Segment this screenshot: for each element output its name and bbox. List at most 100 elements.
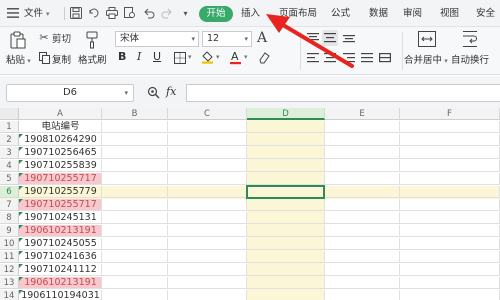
- underline-icon[interactable]: U: [153, 49, 161, 65]
- increase-font-icon[interactable]: A: [255, 30, 269, 46]
- cell-c12[interactable]: [168, 264, 247, 276]
- cell-a14[interactable]: 1906110194031: [19, 290, 102, 300]
- font-color-icon[interactable]: A: [228, 49, 242, 65]
- cell-c3[interactable]: [168, 147, 247, 159]
- cell-b12[interactable]: [102, 264, 168, 276]
- cell-e6[interactable]: [325, 186, 400, 198]
- tab-insert[interactable]: 插入: [241, 6, 260, 22]
- cell-a4[interactable]: 190710255839: [19, 160, 102, 172]
- cell-e13[interactable]: [325, 277, 400, 289]
- cell-d5[interactable]: [247, 173, 325, 185]
- row-header[interactable]: 12: [0, 264, 19, 276]
- print-icon[interactable]: [104, 5, 119, 21]
- fx-icon[interactable]: fx: [166, 85, 176, 98]
- cell-c5[interactable]: [168, 173, 247, 185]
- cell-f3[interactable]: [400, 147, 500, 159]
- cell-b5[interactable]: [102, 173, 168, 185]
- borders-icon[interactable]: [173, 51, 186, 64]
- column-header-c[interactable]: C: [168, 108, 247, 120]
- undo-icon[interactable]: [141, 5, 156, 21]
- row-header[interactable]: 2: [0, 134, 19, 146]
- cell-f7[interactable]: [400, 199, 500, 211]
- cell-e11[interactable]: [325, 251, 400, 263]
- fill-color-dropdown-icon[interactable]: ▾: [216, 53, 220, 61]
- cell-d11[interactable]: [247, 251, 325, 263]
- align-middle-icon[interactable]: [322, 30, 338, 46]
- merge-center-button[interactable]: 合并居中 ▾: [404, 52, 448, 66]
- cell-f13[interactable]: [400, 277, 500, 289]
- font-color-dropdown-icon[interactable]: ▾: [244, 53, 248, 61]
- row-header[interactable]: 1: [0, 121, 19, 133]
- cell-d9[interactable]: [247, 225, 325, 237]
- cell-e7[interactable]: [325, 199, 400, 211]
- cell-e9[interactable]: [325, 225, 400, 237]
- cell-b4[interactable]: [102, 160, 168, 172]
- cell-f14[interactable]: [400, 290, 500, 300]
- cell-e12[interactable]: [325, 264, 400, 276]
- copy-button[interactable]: 复制: [52, 52, 71, 66]
- distributed-align-icon[interactable]: [378, 52, 392, 64]
- cell-c8[interactable]: [168, 212, 247, 224]
- font-size-select[interactable]: 12 ▾: [202, 31, 252, 47]
- column-header-d[interactable]: D: [247, 108, 325, 120]
- cell-c9[interactable]: [168, 225, 247, 237]
- cell-f12[interactable]: [400, 264, 500, 276]
- cell-c4[interactable]: [168, 160, 247, 172]
- cell-d2[interactable]: [247, 134, 325, 146]
- fill-color-icon[interactable]: [200, 50, 214, 64]
- cell-f1[interactable]: [400, 121, 500, 133]
- export-icon[interactable]: [86, 5, 101, 21]
- cell-a1[interactable]: 电站编号: [19, 121, 102, 133]
- cell-f10[interactable]: [400, 238, 500, 250]
- cell-e3[interactable]: [325, 147, 400, 159]
- cell-c6[interactable]: [168, 186, 247, 198]
- cell-b1[interactable]: [102, 121, 168, 133]
- tab-review[interactable]: 审阅: [403, 6, 422, 22]
- format-painter-button[interactable]: 格式刷: [78, 52, 107, 66]
- tab-start[interactable]: 开始: [199, 6, 233, 22]
- name-box[interactable]: D6 ▾: [6, 84, 134, 102]
- cut-button[interactable]: 剪切: [52, 31, 71, 45]
- cell-c14[interactable]: [168, 290, 247, 300]
- column-header-a[interactable]: A: [19, 108, 102, 120]
- cell-a9[interactable]: 190610213191: [19, 225, 102, 237]
- column-header-b[interactable]: B: [102, 108, 168, 120]
- cell-b8[interactable]: [102, 212, 168, 224]
- scissors-icon[interactable]: ✂: [38, 30, 50, 44]
- tab-view[interactable]: 视图: [440, 6, 459, 22]
- cell-b2[interactable]: [102, 134, 168, 146]
- cell-d12[interactable]: [247, 264, 325, 276]
- row-header[interactable]: 7: [0, 199, 19, 211]
- cell-d6[interactable]: [247, 186, 325, 198]
- cell-b14[interactable]: [102, 290, 168, 300]
- cell-a8[interactable]: 190710245131: [19, 212, 102, 224]
- cell-e14[interactable]: [325, 290, 400, 300]
- tab-page-layout[interactable]: 页面布局: [279, 6, 317, 22]
- tab-security[interactable]: 安全: [476, 6, 495, 22]
- save-icon[interactable]: [68, 5, 83, 21]
- copy-icon[interactable]: [38, 51, 50, 65]
- cell-f9[interactable]: [400, 225, 500, 237]
- align-bottom-icon[interactable]: [342, 32, 356, 44]
- cell-d1[interactable]: [247, 121, 325, 133]
- row-header[interactable]: 11: [0, 251, 19, 263]
- cell-e10[interactable]: [325, 238, 400, 250]
- cell-d10[interactable]: [247, 238, 325, 250]
- tab-data[interactable]: 数据: [369, 6, 388, 22]
- column-header-e[interactable]: E: [325, 108, 400, 120]
- hamburger-icon[interactable]: [5, 5, 20, 21]
- align-right-icon[interactable]: [342, 52, 356, 64]
- cell-e5[interactable]: [325, 173, 400, 185]
- cell-d7[interactable]: [247, 199, 325, 211]
- cell-f2[interactable]: [400, 134, 500, 146]
- cell-e2[interactable]: [325, 134, 400, 146]
- row-header[interactable]: 3: [0, 147, 19, 159]
- cell-b10[interactable]: [102, 238, 168, 250]
- cell-f8[interactable]: [400, 212, 500, 224]
- cell-e8[interactable]: [325, 212, 400, 224]
- cell-a11[interactable]: 190710241636: [19, 251, 102, 263]
- cell-f11[interactable]: [400, 251, 500, 263]
- cell-b3[interactable]: [102, 147, 168, 159]
- cell-b13[interactable]: [102, 277, 168, 289]
- cell-f4[interactable]: [400, 160, 500, 172]
